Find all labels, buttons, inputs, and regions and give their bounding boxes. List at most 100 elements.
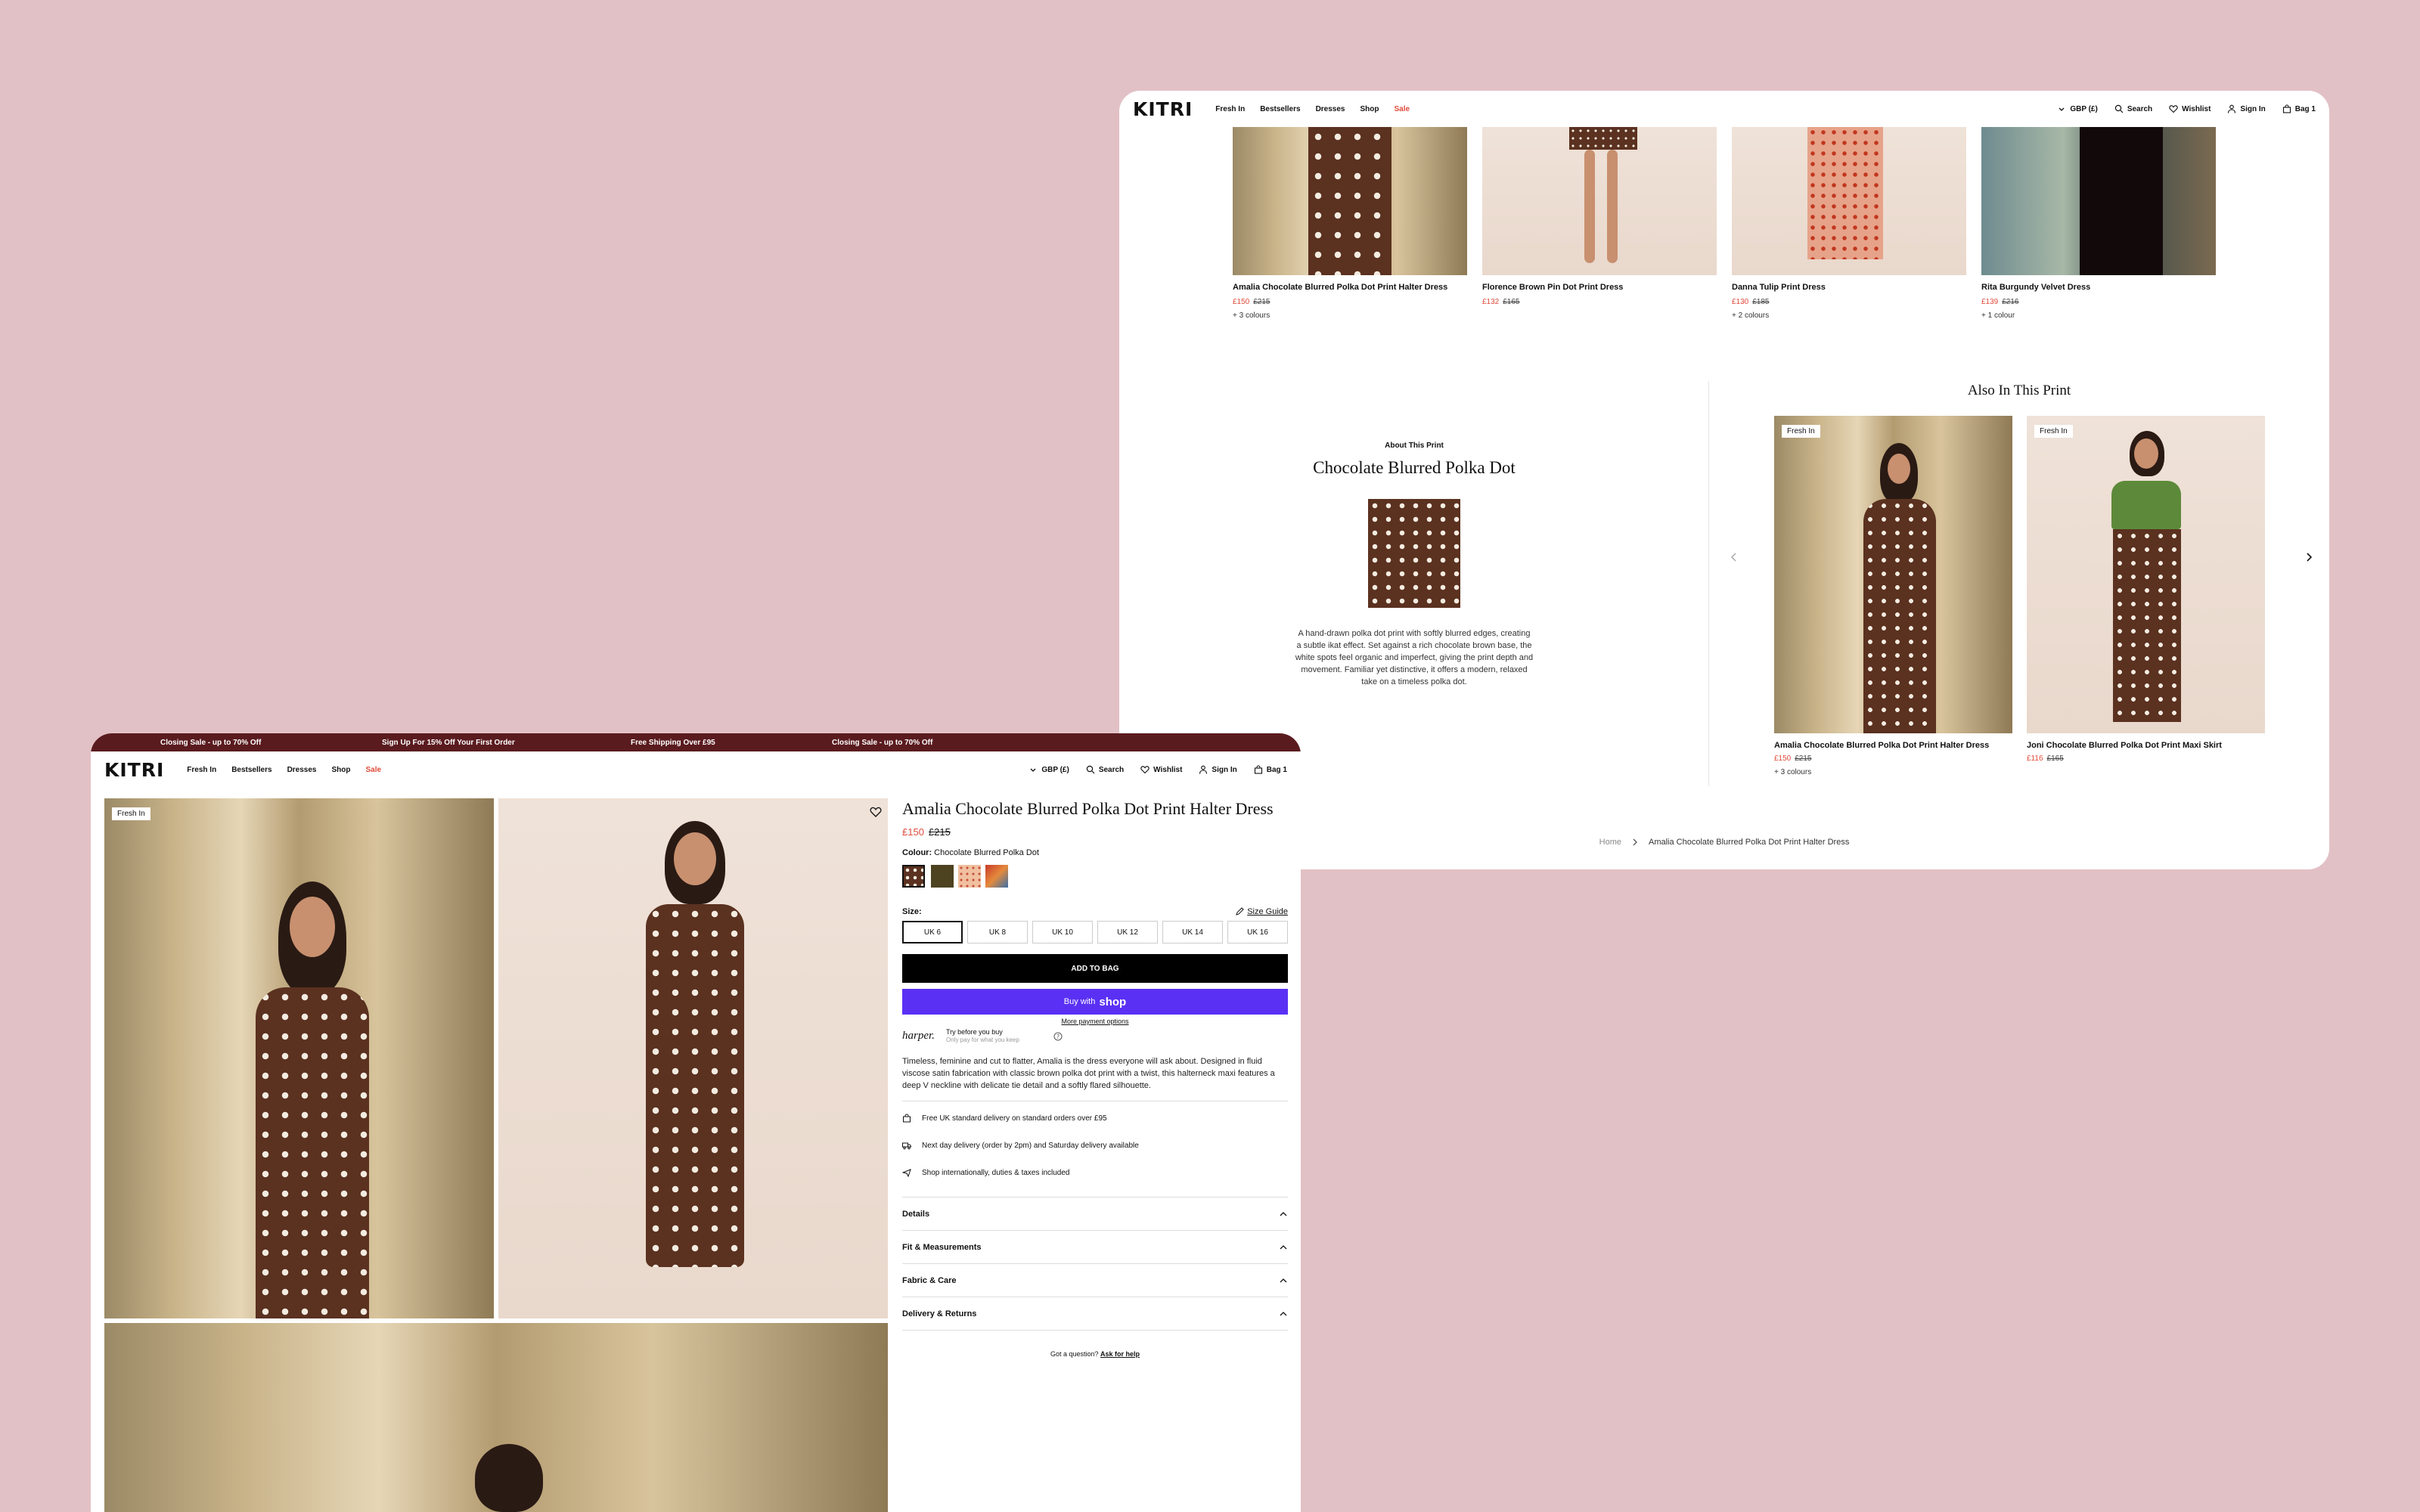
browser-window-catalog: KITRI Fresh In Bestsellers Dresses Shop …: [1119, 91, 2329, 869]
add-to-bag-button[interactable]: ADD TO BAG: [902, 954, 1288, 983]
breadcrumb-current: Amalia Chocolate Blurred Polka Dot Print…: [1649, 838, 1850, 847]
product-price: £139 £216: [1981, 298, 2019, 306]
search-icon: [1086, 765, 1095, 774]
product-image-rita[interactable]: [1981, 127, 2216, 275]
nav-sale[interactable]: Sale: [365, 766, 381, 774]
chevron-up-icon: [1279, 1276, 1288, 1285]
ask-for-help-link[interactable]: Ask for help: [1100, 1350, 1140, 1358]
nav-fresh-in[interactable]: Fresh In: [187, 766, 216, 774]
bag-link[interactable]: Bag 1: [1254, 765, 1287, 774]
product-colours[interactable]: + 3 colours: [1233, 311, 1270, 320]
colour-swatches: [902, 865, 1288, 891]
carousel-next-icon[interactable]: [2304, 552, 2314, 562]
search-link[interactable]: Search: [2114, 104, 2152, 113]
user-icon: [2227, 104, 2236, 113]
swatch-olive[interactable]: [931, 865, 954, 888]
gallery-image-1[interactable]: Fresh In: [104, 798, 494, 1318]
size-option[interactable]: UK 14: [1162, 921, 1223, 943]
print-swatch-image: [1368, 499, 1460, 608]
svg-text:?: ?: [1056, 1033, 1060, 1040]
also-image-2[interactable]: Fresh In: [2027, 416, 2265, 733]
swatch-chocolate[interactable]: [902, 865, 925, 888]
size-option[interactable]: UK 16: [1227, 921, 1288, 943]
fresh-in-badge: Fresh In: [1782, 425, 1820, 438]
size-guide-link[interactable]: Size Guide: [1235, 907, 1288, 916]
harper-row: harper. Try before you buy Only pay for …: [902, 1027, 1288, 1046]
product-image-amalia[interactable]: [1233, 127, 1467, 275]
carousel-prev-icon[interactable]: [1729, 552, 1739, 562]
help-icon[interactable]: ?: [1053, 1031, 1063, 1041]
product-name[interactable]: Amalia Chocolate Blurred Polka Dot Print…: [1233, 283, 1447, 292]
product-name[interactable]: Joni Chocolate Blurred Polka Dot Print M…: [2027, 741, 2222, 750]
nav-shop[interactable]: Shop: [331, 766, 350, 774]
signin-link[interactable]: Sign In: [1199, 765, 1237, 774]
plane-icon: [902, 1168, 911, 1177]
product-name[interactable]: Rita Burgundy Velvet Dress: [1981, 283, 2090, 292]
kitri-logo[interactable]: KITRI: [104, 759, 164, 781]
wishlist-link[interactable]: Wishlist: [1140, 765, 1182, 774]
currency-selector[interactable]: GBP (£): [2057, 104, 2098, 113]
product-price: £132 £165: [1482, 298, 1520, 306]
harper-logo: harper.: [902, 1030, 935, 1042]
nav-dresses[interactable]: Dresses: [1316, 105, 1345, 113]
product-price: £150 £215: [902, 826, 951, 838]
promo-message[interactable]: Sign Up For 15% Off Your First Order: [382, 739, 515, 747]
accordion-delivery[interactable]: Delivery & Returns: [902, 1297, 1288, 1331]
bag-icon: [902, 1114, 911, 1123]
heart-icon[interactable]: [870, 806, 882, 818]
about-eyebrow: About This Print: [1385, 442, 1444, 450]
signin-link[interactable]: Sign In: [2227, 104, 2266, 113]
swatch-floral[interactable]: [958, 865, 981, 888]
wishlist-link[interactable]: Wishlist: [2169, 104, 2211, 113]
feature-row: Next day delivery (order by 2pm) and Sat…: [902, 1141, 1139, 1150]
gallery-image-2[interactable]: [498, 798, 888, 1318]
bag-link[interactable]: Bag 1: [2282, 104, 2316, 113]
size-option[interactable]: UK 10: [1032, 921, 1093, 943]
product-name[interactable]: Amalia Chocolate Blurred Polka Dot Print…: [1774, 741, 1989, 750]
size-option[interactable]: UK 12: [1097, 921, 1158, 943]
gallery-image-3[interactable]: [104, 1323, 888, 1512]
chevron-down-icon: [1028, 765, 1038, 774]
product-name[interactable]: Danna Tulip Print Dress: [1732, 283, 1826, 292]
breadcrumb-home[interactable]: Home: [1599, 838, 1621, 847]
about-title: Chocolate Blurred Polka Dot: [1313, 458, 1516, 477]
promo-bar: Closing Sale - up to 70% Off Sign Up For…: [91, 733, 1301, 751]
product-colours[interactable]: + 3 colours: [1774, 768, 1811, 776]
chevron-down-icon: [2057, 104, 2066, 113]
bag-icon: [2282, 104, 2291, 113]
also-image-1[interactable]: Fresh In: [1774, 416, 2012, 733]
bag-icon: [1254, 765, 1263, 774]
add-to-bag-wrap: ADD TO BAG: [902, 954, 1288, 984]
product-price: £116 £165: [2027, 754, 2064, 763]
product-price: £150 £215: [1774, 754, 1812, 763]
search-link[interactable]: Search: [1086, 765, 1124, 774]
promo-message[interactable]: Closing Sale - up to 70% Off: [832, 739, 932, 747]
nav-bestsellers[interactable]: Bestsellers: [1260, 105, 1300, 113]
product-colours[interactable]: + 1 colour: [1981, 311, 2015, 320]
currency-selector[interactable]: GBP (£): [1028, 765, 1069, 774]
buy-with-shop-button[interactable]: Buy with shop: [902, 989, 1288, 1015]
product-description: Timeless, feminine and cut to flatter, A…: [902, 1057, 1275, 1090]
product-image-florence[interactable]: [1482, 127, 1717, 275]
accordion-fabric[interactable]: Fabric & Care: [902, 1264, 1288, 1297]
site-nav: KITRI Fresh In Bestsellers Dresses Shop …: [91, 751, 1301, 788]
more-payment-link[interactable]: More payment options: [902, 1018, 1288, 1025]
nav-bestsellers[interactable]: Bestsellers: [231, 766, 271, 774]
product-name[interactable]: Florence Brown Pin Dot Print Dress: [1482, 283, 1623, 292]
kitri-logo[interactable]: KITRI: [1133, 98, 1193, 120]
accordion-fit[interactable]: Fit & Measurements: [902, 1231, 1288, 1264]
heart-icon: [2169, 104, 2178, 113]
product-image-danna[interactable]: [1732, 127, 1966, 275]
accordion-details[interactable]: Details: [902, 1198, 1288, 1231]
size-option[interactable]: UK 8: [967, 921, 1028, 943]
swatch-multi[interactable]: [985, 865, 1008, 888]
size-option[interactable]: UK 6: [902, 921, 963, 943]
nav-sale[interactable]: Sale: [1394, 105, 1410, 113]
nav-shop[interactable]: Shop: [1360, 105, 1379, 113]
product-colours[interactable]: + 2 colours: [1732, 311, 1769, 320]
nav-fresh-in[interactable]: Fresh In: [1215, 105, 1245, 113]
nav-dresses[interactable]: Dresses: [287, 766, 317, 774]
promo-message[interactable]: Closing Sale - up to 70% Off: [160, 739, 261, 747]
promo-message[interactable]: Free Shipping Over £95: [631, 739, 715, 747]
fresh-in-badge: Fresh In: [2034, 425, 2073, 438]
